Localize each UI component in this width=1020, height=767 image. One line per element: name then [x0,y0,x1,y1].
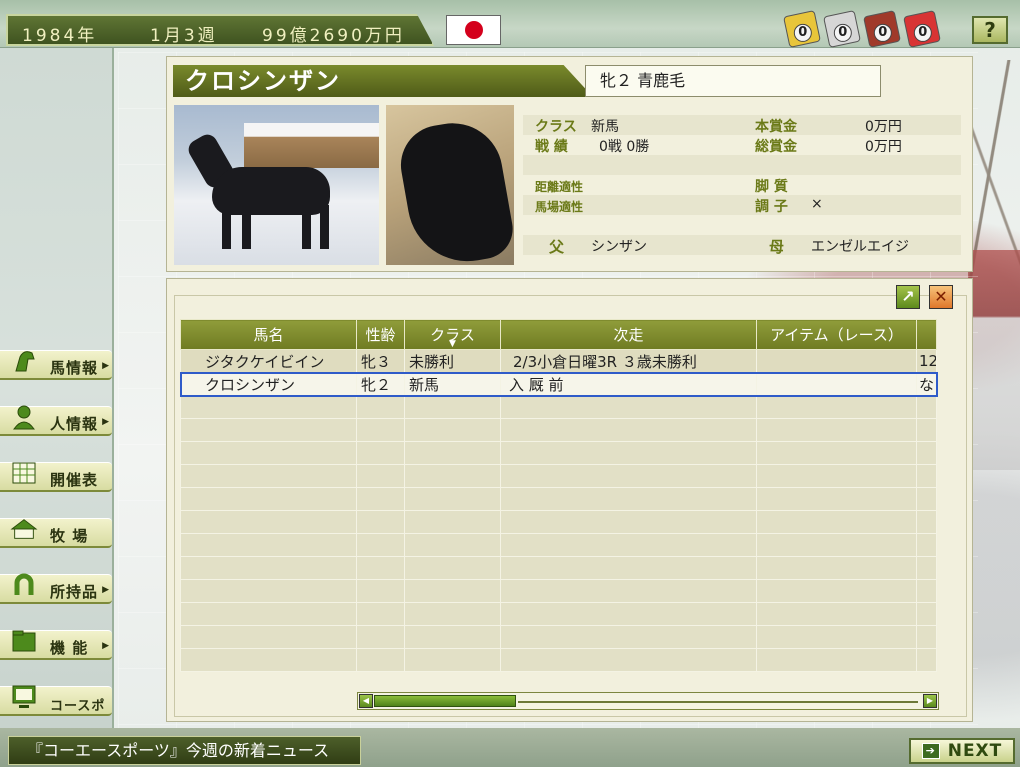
dam-value: エンゼルエイジ [811,239,909,255]
menu-label: 開催表 [50,471,99,489]
next-button[interactable]: ➔ NEXT [909,738,1015,764]
empty-row [180,441,937,465]
sire-label: 父 [549,238,565,256]
scroll-right-icon[interactable]: ▶ [923,694,937,708]
column-header-class[interactable]: クラス ▼ [404,319,501,350]
date-funds-box: 1984年 1月3週 99億2690万円 [6,14,434,46]
horse-sex-age-coat: 牝２ 青鹿毛 [585,65,881,97]
empty-row [180,556,937,580]
japan-flag-icon [446,15,501,45]
distance-aptitude-label: 距離適性 [535,180,584,194]
close-button[interactable]: ✕ [929,285,953,309]
menu-label: 馬情報 [50,359,99,377]
farm-icon [10,515,38,543]
horseshoe-icon [10,571,38,599]
record-value: 0戦 0勝 [599,139,650,155]
column-header-more[interactable] [916,319,937,350]
horse-full-body-photo [174,105,379,265]
condition-value: × [811,196,823,212]
empty-row [180,579,937,603]
empty-row [180,395,937,419]
horse-head-icon [10,347,38,375]
confirm-arrow-button[interactable]: ↗ [896,285,920,309]
condition-label: 調 子 [755,199,788,215]
total-prize-label: 総賞金 [755,139,797,155]
menu-items[interactable]: 所持品 ▶ [0,571,112,604]
menu-horse-info[interactable]: 馬情報 ▶ [0,350,112,380]
sort-down-icon: ▼ [449,339,456,349]
menu-functions[interactable]: 機 能 ▶ [0,630,112,660]
column-header-name[interactable]: 馬名 [180,319,357,350]
bronze-token-icon[interactable]: 0 [863,10,901,48]
scroll-thumb[interactable] [374,695,516,707]
monitor-icon [10,683,38,711]
table-row[interactable]: ジタクケイビイン 牝３ 未勝利 2/3小倉日曜3R ３歳未勝利 12 [180,349,937,373]
menu-label: コースポ [50,699,106,714]
horse-stats: クラス 新馬 本賞金 0万円 戦 績 0戦 0勝 総賞金 0万円 距離適性 脚 … [523,115,961,256]
horse-detail-panel: クロシンザン 牝２ 青鹿毛 クラス 新馬 本賞金 0万円 戦 績 0戦 0勝 総… [166,56,973,272]
column-header-next-race[interactable]: 次走 [500,319,757,350]
next-label: NEXT [947,741,1003,761]
empty-row [180,464,937,488]
top-bar: 1984年 1月3週 99億2690万円 0 0 0 0 ? [0,0,1020,48]
horse-name: クロシンザン [173,65,593,97]
empty-row [180,533,937,557]
menu-label: 人情報 [50,415,99,433]
total-prize-value: 0万円 [865,139,902,155]
help-button[interactable]: ? [972,16,1008,44]
menu-person-info[interactable]: 人情報 ▶ [0,403,112,436]
week-text: 1月3週 [150,26,218,46]
class-label: クラス [535,119,577,135]
table-row-selected[interactable]: クロシンザン 牝２ 新馬 入 厩 前 な [179,371,938,397]
menu-schedule[interactable]: 開催表 [0,462,112,492]
menu-farm[interactable]: 牧 場 [0,518,112,548]
calendar-icon [10,459,38,487]
empty-row [180,487,937,511]
submenu-arrow-icon: ▶ [102,417,109,427]
running-style-label: 脚 質 [755,179,788,195]
side-panel [0,48,114,728]
empty-row [180,602,937,626]
submenu-arrow-icon: ▶ [102,585,109,595]
menu-label: 所持品 [50,583,99,601]
folder-icon [10,627,38,655]
next-arrow-icon: ➔ [921,743,940,759]
empty-row [180,418,937,442]
silver-token-icon[interactable]: 0 [823,10,861,48]
person-icon [10,403,38,431]
submenu-arrow-icon: ▶ [102,641,109,651]
empty-row [180,510,937,534]
submenu-arrow-icon: ▶ [102,361,109,371]
sire-value: シンザン [591,239,647,255]
prize-label: 本賞金 [755,119,797,135]
bottom-bar: 『コーエースポーツ』今週の新着ニュース ➔ NEXT [0,728,1020,767]
red-token-icon[interactable]: 0 [903,10,941,48]
track-aptitude-label: 馬場適性 [535,200,584,214]
horizontal-scrollbar[interactable]: ◀ ▶ [357,692,939,710]
news-ticker[interactable]: 『コーエースポーツ』今週の新着ニュース [8,736,361,765]
gold-token-icon[interactable]: 0 [783,10,821,48]
horse-table: 馬名 性齢 クラス ▼ 次走 アイテム（レース） ジタクケイビイン 牝３ 未勝利 … [179,319,938,672]
class-value: 新馬 [591,119,619,135]
dam-label: 母 [769,238,785,256]
table-header: 馬名 性齢 クラス ▼ 次走 アイテム（レース） [180,319,937,350]
empty-row [180,625,937,649]
menu-label: 牧 場 [50,527,89,545]
token-counters: 0 0 0 0 [783,10,941,48]
menu-label: 機 能 [50,639,89,657]
horse-head-photo [386,105,514,265]
empty-row [180,648,937,672]
year-text: 1984年 [22,26,98,46]
prize-value: 0万円 [865,119,902,135]
menu-ko-spo[interactable]: コースポ [0,683,112,716]
column-header-sex-age[interactable]: 性齢 [356,319,405,350]
record-label: 戦 績 [535,139,568,155]
funds-text: 99億2690万円 [262,26,405,46]
column-header-item[interactable]: アイテム（レース） [756,319,917,350]
scroll-left-icon[interactable]: ◀ [359,694,373,708]
